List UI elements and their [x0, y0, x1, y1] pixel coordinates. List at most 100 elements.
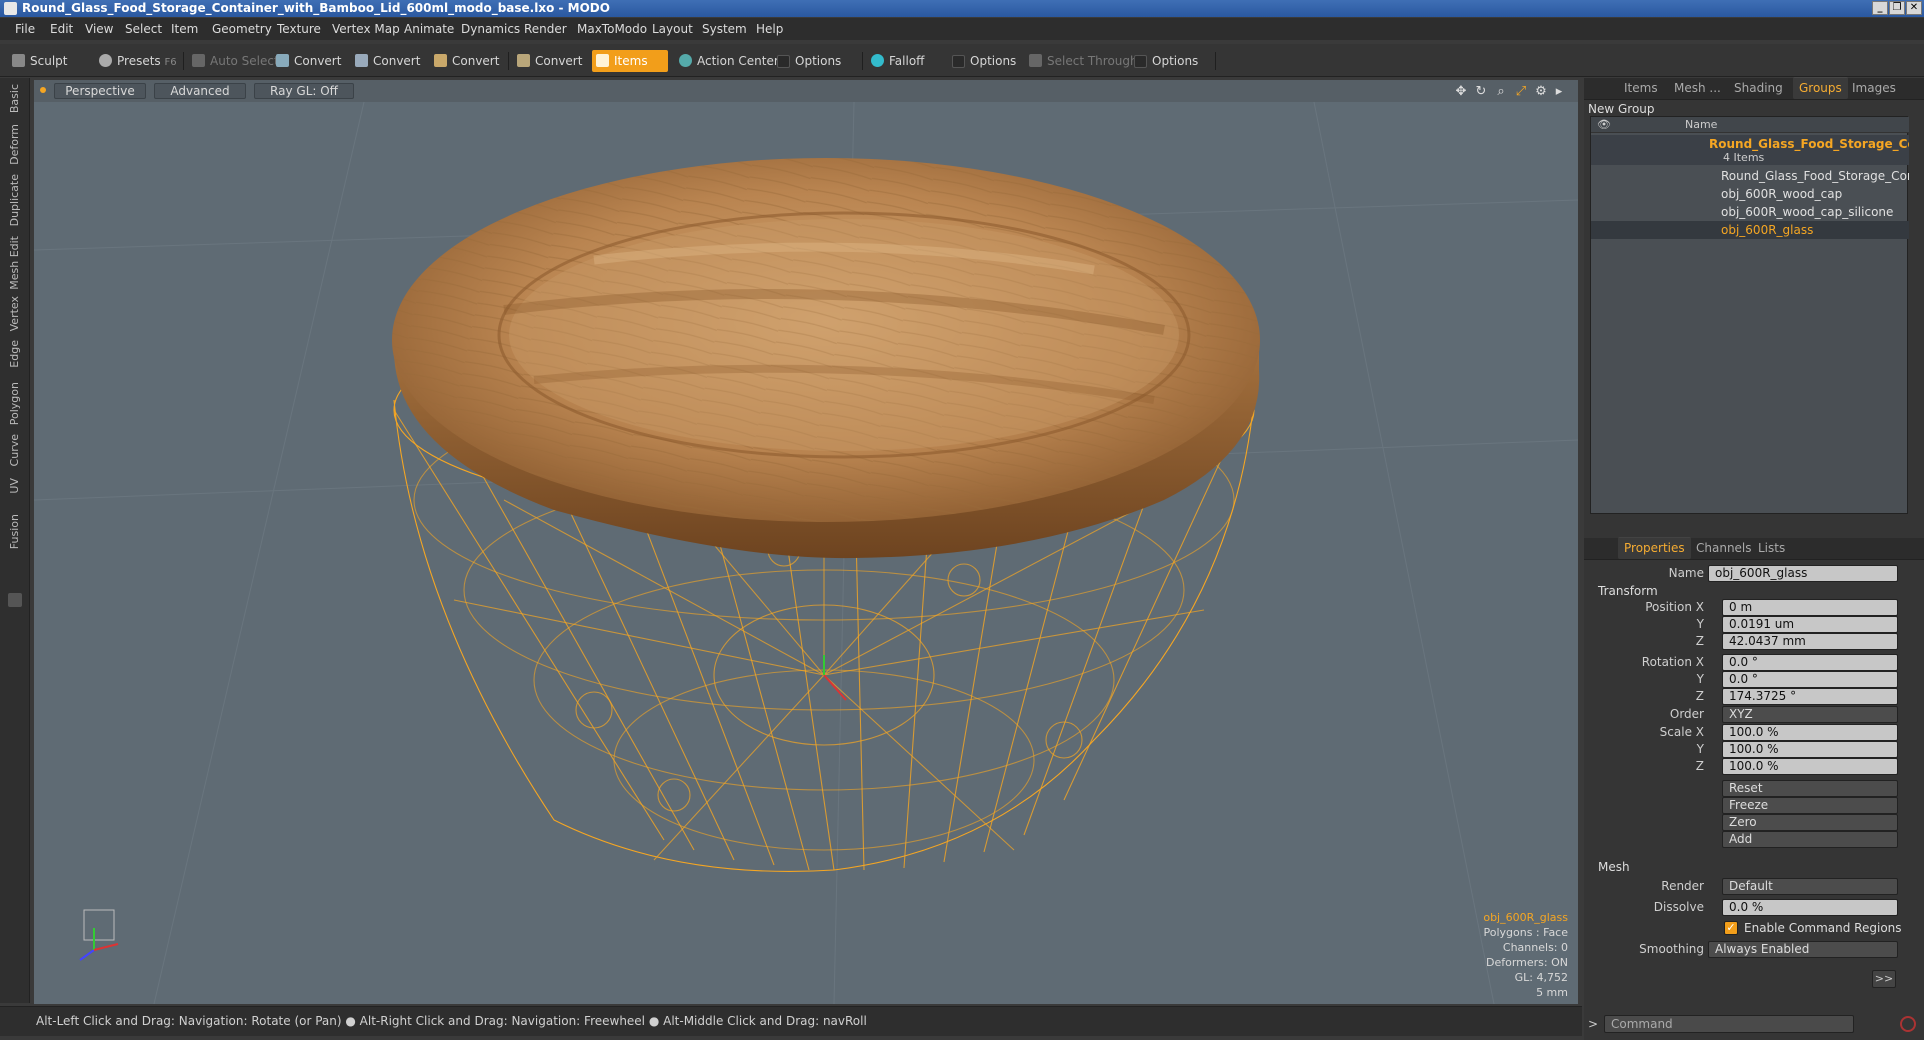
tab-mesh-edit[interactable]: Mesh Edit [8, 236, 21, 290]
dissolve-field[interactable]: 0.0 % [1722, 899, 1898, 916]
tree-item[interactable]: obj_600R_wood_cap_silicone [1591, 203, 1909, 221]
falloff-options[interactable]: Options [948, 50, 1020, 72]
menu-dynamics[interactable]: Dynamics [461, 22, 520, 36]
group-row[interactable]: Round_Glass_Food_Storage_Co... 4 Items [1591, 135, 1909, 165]
convert-label: Convert [294, 54, 342, 68]
close-button[interactable]: ✕ [1906, 1, 1922, 15]
action-center-options[interactable]: Options [773, 50, 845, 72]
tab-mesh[interactable]: Mesh ... [1674, 81, 1721, 95]
convert-items-button[interactable]: Convert [513, 50, 586, 72]
tab-fusion[interactable]: Fusion [8, 514, 21, 549]
add-dropdown[interactable]: Add [1722, 831, 1898, 848]
convert-vertices-button[interactable]: Convert [272, 50, 345, 72]
tab-channels[interactable]: Channels [1696, 541, 1752, 555]
tab-duplicate[interactable]: Duplicate [8, 174, 21, 226]
tab-curve[interactable]: Curve [8, 434, 21, 466]
menu-file[interactable]: File [15, 22, 35, 36]
tab-uv[interactable]: UV [8, 478, 21, 494]
tree-item[interactable]: obj_600R_wood_cap [1591, 185, 1909, 203]
scale-y-field[interactable]: 100.0 % [1722, 741, 1898, 758]
toolbar-divider [508, 52, 509, 70]
scale-z-field[interactable]: 100.0 % [1722, 758, 1898, 775]
convert-edges-button[interactable]: Convert [351, 50, 424, 72]
rotation-x-field[interactable]: 0.0 ° [1722, 654, 1898, 671]
rotation-z-field[interactable]: 174.3725 ° [1722, 688, 1898, 705]
item-pivot-marker [823, 655, 847, 701]
expand-tools-icon[interactable] [8, 593, 22, 607]
options-checkbox[interactable] [952, 55, 965, 68]
smoothing-select[interactable]: Always Enabled [1708, 941, 1898, 958]
rotation-y-field[interactable]: 0.0 ° [1722, 671, 1898, 688]
mesh-section[interactable]: Mesh [1598, 860, 1630, 874]
tab-items[interactable]: Items [1624, 81, 1658, 95]
new-group-button[interactable]: New Group [1588, 102, 1655, 116]
maximize-button[interactable]: ❐ [1889, 1, 1905, 15]
tab-vertex[interactable]: Vertex [8, 296, 21, 331]
action-center-button[interactable]: Action Center [675, 50, 783, 72]
scale-x-field[interactable]: 100.0 % [1722, 724, 1898, 741]
tab-edge[interactable]: Edge [8, 340, 21, 368]
position-z-field[interactable]: 42.0437 mm [1722, 633, 1898, 650]
menu-vertex-map[interactable]: Vertex Map [332, 22, 400, 36]
minimize-button[interactable]: _ [1872, 1, 1888, 15]
menu-select[interactable]: Select [125, 22, 162, 36]
tab-polygon[interactable]: Polygon [8, 382, 21, 425]
edge-convert-icon [355, 54, 368, 67]
tab-shading[interactable]: Shading [1734, 81, 1783, 95]
tab-basic[interactable]: Basic [8, 84, 21, 113]
name-field[interactable]: obj_600R_glass [1708, 565, 1898, 582]
items-icon [596, 54, 609, 67]
menu-animate[interactable]: Animate [404, 22, 454, 36]
group-name: Round_Glass_Food_Storage_Co... [1709, 137, 1909, 151]
falloff-label: Falloff [889, 54, 925, 68]
select-through-options[interactable]: Options [1130, 50, 1202, 72]
scale-label: Scale X [1659, 725, 1704, 739]
enable-command-regions-checkbox[interactable]: ✓ [1724, 921, 1738, 935]
zero-dropdown[interactable]: Zero [1722, 814, 1898, 831]
tab-images[interactable]: Images [1852, 81, 1896, 95]
select-through-button[interactable]: Select Through [1025, 50, 1142, 72]
options-checkbox[interactable] [1134, 55, 1147, 68]
render-select[interactable]: Default [1722, 878, 1898, 895]
tab-deform[interactable]: Deform [8, 124, 21, 165]
sculpt-button[interactable]: Sculpt [8, 50, 71, 72]
more-button[interactable]: >> [1872, 970, 1896, 988]
tree-item[interactable]: Round_Glass_Food_Storage_Cont ... [1591, 167, 1909, 185]
tab-lists[interactable]: Lists [1758, 541, 1785, 555]
falloff-button[interactable]: Falloff [867, 50, 928, 72]
tree-item-selected[interactable]: obj_600R_glass [1591, 221, 1909, 239]
toolbar-divider [862, 52, 863, 70]
convert-polygons-button[interactable]: Convert [430, 50, 503, 72]
menu-geometry[interactable]: Geometry [212, 22, 272, 36]
record-icon[interactable] [1900, 1016, 1916, 1032]
command-input[interactable]: Command [1604, 1015, 1854, 1033]
menu-render[interactable]: Render [524, 22, 567, 36]
menu-texture[interactable]: Texture [277, 22, 321, 36]
rotation-z-label: Z [1695, 689, 1704, 703]
tree-item-label: obj_600R_wood_cap [1721, 187, 1843, 201]
menu-system[interactable]: System [702, 22, 747, 36]
menu-edit[interactable]: Edit [50, 22, 73, 36]
position-y-field[interactable]: 0.0191 um [1722, 616, 1898, 633]
freeze-dropdown[interactable]: Freeze [1722, 797, 1898, 814]
tab-groups[interactable]: Groups [1793, 77, 1848, 99]
auto-select-button[interactable]: Auto Select [188, 50, 283, 72]
info-channels: Channels: 0 [1502, 941, 1568, 954]
tab-properties[interactable]: Properties [1618, 537, 1691, 559]
position-x-field[interactable]: 0 m [1722, 599, 1898, 616]
presets-button[interactable]: Presets F6 [95, 50, 181, 72]
reset-dropdown[interactable]: Reset [1722, 780, 1898, 797]
3d-viewport[interactable]: Perspective Advanced Ray GL: Off ✥ ↻ ⌕ ⤢… [34, 80, 1578, 1004]
items-mode-button[interactable]: Items [592, 50, 668, 72]
smoothing-label: Smoothing [1639, 942, 1704, 956]
menu-layout[interactable]: Layout [652, 22, 693, 36]
menu-help[interactable]: Help [756, 22, 783, 36]
menu-view[interactable]: View [85, 22, 113, 36]
menu-maxtomodo[interactable]: MaxToModo [577, 22, 647, 36]
options-label: Options [1152, 54, 1199, 68]
options-checkbox[interactable] [777, 55, 790, 68]
transform-section[interactable]: Transform [1598, 584, 1658, 598]
menu-item[interactable]: Item [171, 22, 198, 36]
presets-shortcut: F6 [164, 57, 177, 68]
order-select[interactable]: XYZ [1722, 706, 1898, 723]
